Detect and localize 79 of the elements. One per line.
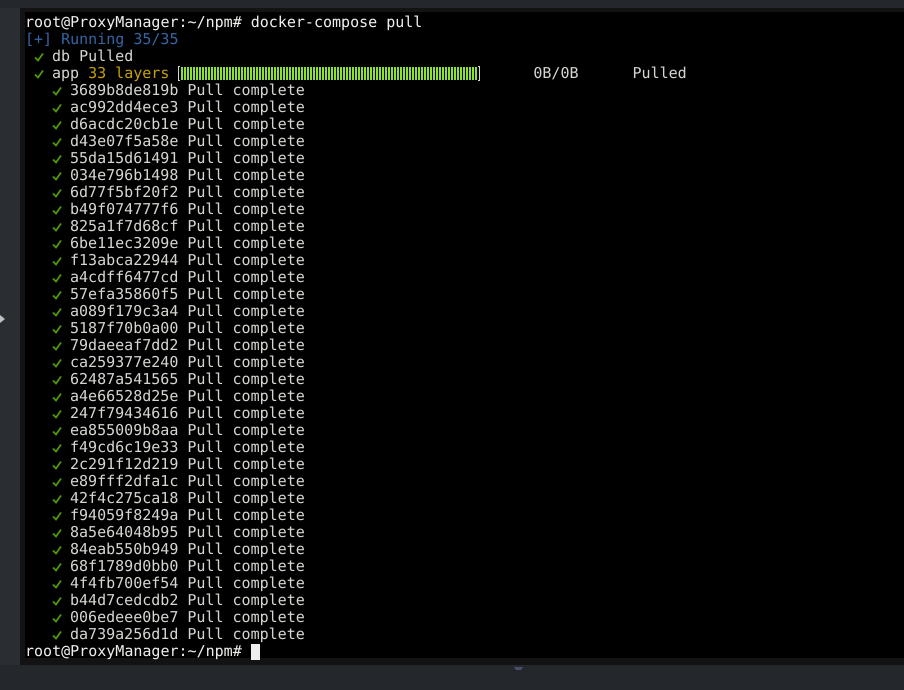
layer-status: Pull complete xyxy=(187,286,305,303)
layer-id: 825a1f7d68cf xyxy=(70,218,178,235)
layer-status: Pull complete xyxy=(187,439,305,456)
layer-id: f13abca22944 xyxy=(70,252,178,269)
layer-status: Pull complete xyxy=(187,99,305,116)
layer-id: 6be11ec3209e xyxy=(70,235,178,252)
layer-id: e89fff2dfa1c xyxy=(70,473,178,490)
layer-status: Pull complete xyxy=(187,269,305,286)
layer-status: Pull complete xyxy=(187,133,305,150)
layer-status: Pull complete xyxy=(187,490,305,507)
layer-status: Pull complete xyxy=(187,422,305,439)
layer-status: Pull complete xyxy=(187,303,305,320)
layer-id: 034e796b1498 xyxy=(70,167,178,184)
service-name: db xyxy=(52,48,70,65)
layer-status: Pull complete xyxy=(187,541,305,558)
layer-id: f94059f8249a xyxy=(70,507,178,524)
layer-id: a4e66528d25e xyxy=(70,388,178,405)
service-status: Pulled xyxy=(632,65,687,82)
layer-status: Pull complete xyxy=(187,575,305,592)
status-text: Running 35/35 xyxy=(61,31,178,48)
layer-status: Pull complete xyxy=(187,184,305,201)
layer-id: 84eab550b949 xyxy=(70,541,178,558)
layer-id: 247f79434616 xyxy=(70,405,178,422)
layer-id: 62487a541565 xyxy=(70,371,178,388)
service-name: app xyxy=(52,65,80,82)
layer-id: 5187f70b0a00 xyxy=(70,320,178,337)
layer-id: 57efa35860f5 xyxy=(70,286,178,303)
layer-status: Pull complete xyxy=(187,507,305,524)
layer-status: Pull complete xyxy=(187,609,305,626)
cursor xyxy=(250,644,260,660)
layer-id: b49f074777f6 xyxy=(70,201,178,218)
layer-id: 55da15d61491 xyxy=(70,150,178,167)
layer-id: 42f4c275ca18 xyxy=(70,490,178,507)
layer-status: Pull complete xyxy=(187,456,305,473)
layer-id: a089f179c3a4 xyxy=(70,303,178,320)
expand-arrow-icon[interactable] xyxy=(0,314,4,322)
layer-id: da739a256d1d xyxy=(70,626,178,643)
layer-id: d6acdc20cb1e xyxy=(70,116,178,133)
layer-id: 2c291f12d219 xyxy=(70,456,178,473)
layer-id: 6d77f5bf20f2 xyxy=(70,184,178,201)
layer-status: Pull complete xyxy=(187,473,305,490)
layer-id: 4f4fb700ef54 xyxy=(70,575,178,592)
layer-id: 006edeee0be7 xyxy=(70,609,178,626)
layer-id: a4cdff6477cd xyxy=(70,269,178,286)
download-size: 0B/0B xyxy=(533,65,579,82)
layer-id: 3689b8de819b xyxy=(70,82,178,99)
layer-status: Pull complete xyxy=(187,82,305,99)
layer-status: Pull complete xyxy=(187,592,305,609)
layer-status: Pull complete xyxy=(187,337,305,354)
layer-status: Pull complete xyxy=(187,235,305,252)
layer-id: ea855009b8aa xyxy=(70,422,178,439)
layer-status: Pull complete xyxy=(187,167,305,184)
layer-status: Pull complete xyxy=(187,388,305,405)
layer-status: Pull complete xyxy=(187,405,305,422)
layer-id: 8a5e64048b95 xyxy=(70,524,178,541)
shell-prompt: root@ProxyManager:~/npm# xyxy=(25,643,242,660)
layer-id: ca259377e240 xyxy=(70,354,178,371)
service-status: Pulled xyxy=(79,48,134,65)
layer-status: Pull complete xyxy=(187,218,305,235)
layer-status: Pull complete xyxy=(187,558,305,575)
layer-status: Pull complete xyxy=(187,354,305,371)
layer-status: Pull complete xyxy=(187,201,305,218)
layer-status: Pull complete xyxy=(187,252,305,269)
layer-status: Pull complete xyxy=(187,626,305,643)
layer-status: Pull complete xyxy=(187,116,305,133)
layer-id: ac992dd4ece3 xyxy=(70,99,178,116)
layer-status: Pull complete xyxy=(187,524,305,541)
command-text: docker-compose pull xyxy=(250,14,422,31)
layer-id: b44d7cedcdb2 xyxy=(70,592,178,609)
layer-status: Pull complete xyxy=(187,150,305,167)
layer-id: 79daeeaf7dd2 xyxy=(70,337,178,354)
shell-prompt: root@ProxyManager:~/npm# xyxy=(25,14,242,31)
layer-status: Pull complete xyxy=(187,371,305,388)
status-marker: [+] xyxy=(25,31,52,48)
layer-count: 33 layers xyxy=(88,65,170,82)
layer-id: f49cd6c19e33 xyxy=(70,439,178,456)
layer-id: 68f1789d0bb0 xyxy=(70,558,178,575)
layer-status: Pull complete xyxy=(187,320,305,337)
layer-id: d43e07f5a58e xyxy=(70,133,178,150)
